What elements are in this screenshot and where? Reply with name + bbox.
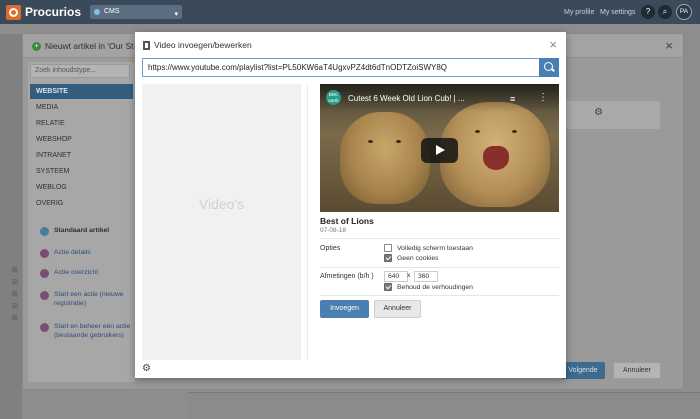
video-list-panel: Video's: [142, 84, 301, 360]
play-button[interactable]: [421, 138, 458, 163]
my-settings-link[interactable]: My settings: [600, 9, 635, 16]
close-icon[interactable]: ×: [665, 38, 673, 53]
lion-cub-image: [340, 112, 430, 204]
search-icon[interactable]: ⌕: [658, 5, 672, 19]
action-actie-details[interactable]: Actie details: [30, 248, 133, 258]
procurios-logo-icon: [6, 4, 21, 20]
divider: [320, 295, 559, 296]
divider: [320, 267, 559, 268]
gear-icon[interactable]: ⚙: [594, 107, 603, 118]
site-select-value: CMS: [104, 8, 120, 15]
keep-ratio-label: Behoud de verhoudingen: [397, 284, 473, 291]
width-input[interactable]: 640: [384, 271, 408, 282]
insert-button[interactable]: Invoegen: [320, 300, 369, 318]
top-bar: Procurios CMS ▾ My profile My settings ?…: [0, 0, 700, 24]
logo-text: Procurios: [25, 5, 82, 19]
chevron-down-icon: ▾: [174, 11, 178, 18]
tree-expand-icon[interactable]: ⊞: [12, 302, 18, 310]
fullscreen-label: Volledig scherm toestaan: [397, 245, 473, 252]
menu-item-weblog[interactable]: WEBLOG: [30, 180, 133, 195]
avatar[interactable]: PA: [676, 4, 692, 20]
menu-item-webshop[interactable]: WEBSHOP: [30, 132, 133, 147]
options-label: Opties: [320, 245, 341, 252]
keep-ratio-checkbox[interactable]: [384, 283, 392, 291]
video-url-input[interactable]: [142, 58, 540, 77]
search-button[interactable]: [539, 58, 559, 77]
plus-circle-icon: +: [32, 41, 41, 51]
channel-badge[interactable]: BBC earth: [326, 90, 341, 105]
video-date: 07-08-18: [320, 227, 347, 234]
site-select[interactable]: CMS ▾: [90, 5, 182, 19]
menu-item-systeem[interactable]: SYSTEEM: [30, 164, 133, 179]
article-icon: [40, 227, 49, 236]
logo[interactable]: Procurios: [6, 4, 81, 20]
action-actie-overzicht[interactable]: Actie overzicht: [30, 268, 133, 278]
cancel-button[interactable]: Annuleer: [374, 300, 421, 318]
content-type-search-input[interactable]: Zoek inhoudstype...: [30, 64, 130, 78]
height-input[interactable]: 360: [414, 271, 438, 282]
no-cookies-label: Geen cookies: [397, 255, 439, 262]
tree-expand-icon[interactable]: ⊞: [12, 314, 18, 322]
next-button[interactable]: Volgende: [561, 362, 605, 379]
action-start-beheer-actie[interactable]: Start en beheer een actie (bestaande geb…: [30, 322, 133, 340]
my-profile-link[interactable]: My profile: [564, 9, 594, 16]
menu-item-media[interactable]: MEDIA: [30, 100, 133, 115]
gear-icon[interactable]: ⚙: [142, 363, 151, 374]
video-insert-dialog: Video invoegen/bewerken × Video's ⚙ BBC …: [135, 32, 566, 378]
close-icon[interactable]: ×: [549, 37, 557, 52]
video-name: Best of Lions: [320, 216, 374, 226]
film-icon: [143, 40, 150, 50]
menu-item-website[interactable]: WEBSITE: [30, 84, 133, 99]
dimension-separator: x: [407, 272, 411, 279]
action-icon: [40, 269, 49, 278]
tree-expand-icon[interactable]: ⊞: [12, 278, 18, 286]
menu-item-intranet[interactable]: INTRANET: [30, 148, 133, 163]
content-type-panel: Zoek inhoudstype... WEBSITE MEDIA RELATI…: [28, 62, 135, 382]
fullscreen-checkbox[interactable]: [384, 244, 392, 252]
tree-expand-icon[interactable]: ⊞: [12, 266, 18, 274]
dimensions-label: Afmetingen (b/h ): [320, 273, 374, 280]
more-options-icon[interactable]: ⋮: [538, 92, 548, 103]
video-list-placeholder: Video's: [198, 196, 245, 212]
playlist-queue-icon[interactable]: ≡: [510, 94, 515, 104]
globe-icon: [94, 9, 100, 15]
no-cookies-checkbox[interactable]: [384, 254, 392, 262]
menu-item-relatie[interactable]: RELATIE: [30, 116, 133, 131]
video-dialog-title: Video invoegen/bewerken: [154, 40, 252, 50]
action-standaard-artikel[interactable]: Standaard artikel: [30, 226, 133, 236]
new-article-dialog-title: Nieuwt artikel in 'Our St: [45, 41, 134, 51]
action-icon: [40, 291, 49, 300]
outer-cancel-button[interactable]: Annuleer: [613, 362, 661, 379]
video-preview[interactable]: BBC earth Cutest 6 Week Old Lion Cub! | …: [320, 84, 559, 212]
left-tree-strip: ⊞ ⊞ ⊞ ⊞ ⊞: [0, 34, 22, 419]
action-icon: [40, 323, 49, 332]
divider: [307, 84, 308, 360]
video-title[interactable]: Cutest 6 Week Old Lion Cub! | ...: [348, 94, 465, 103]
tree-expand-icon[interactable]: ⊞: [12, 290, 18, 298]
bottom-bar: [188, 392, 700, 419]
divider: [320, 238, 559, 239]
menu-item-overig[interactable]: OVERIG: [30, 196, 133, 211]
action-start-nieuwe-registratie[interactable]: Start een actie (nieuwe registratie): [30, 290, 133, 308]
action-icon: [40, 249, 49, 258]
help-icon[interactable]: ?: [641, 5, 655, 19]
